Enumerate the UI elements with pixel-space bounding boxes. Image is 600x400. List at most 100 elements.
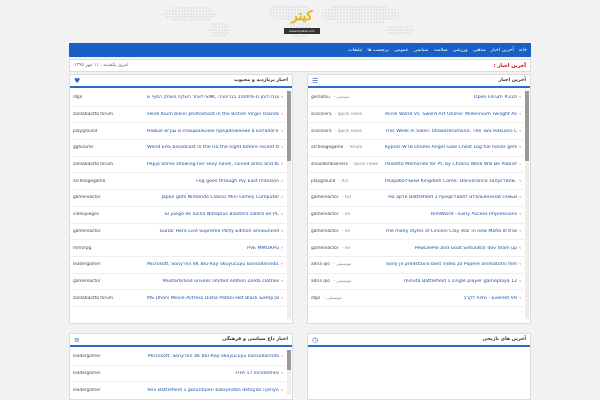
news-title-link[interactable]: El juego de lucha Nitroplus Blasterz sal… [147, 212, 279, 217]
news-row[interactable]: adria ipo - موسیقی minuta Battlefield 1 s… [308, 274, 524, 291]
news-row[interactable]: zantabaotta forum MS Dhoni Movie Actress … [70, 290, 286, 307]
nav-item-tags[interactable]: برچسب ها [367, 48, 388, 53]
latest-news-scrollbar[interactable] [525, 91, 529, 319]
news-title-link[interactable]: Guitar Hero Live Supreme Party Edition a… [147, 229, 280, 234]
news-title-link[interactable]: На арте Battlefield 1 представят итальян… [385, 195, 517, 200]
news-row[interactable]: playground - RU Разработчики Kingdom Come… [308, 173, 524, 191]
news-row[interactable]: shoulderdowners - quick news Palsetto Mem… [308, 157, 524, 174]
news-row[interactable]: dlgnלאחר השקת משחק הסוף ש-SNK, התכוננת ה… [70, 90, 286, 107]
news-title-link[interactable]: Heidi Klum bikini photoshoot in the Brit… [147, 112, 279, 117]
news-source[interactable]: playground - RU [311, 179, 385, 184]
news-source[interactable]: gamereactor [73, 195, 147, 200]
news-title-link[interactable]: Microsoft, Sony'nin 4K Blu-Ray okuyucuyu… [147, 262, 279, 267]
news-source[interactable]: gematsu - سیاسی [311, 95, 385, 100]
news-row[interactable]: archeagegame Fog goes through my East man… [70, 173, 286, 191]
news-title-link[interactable]: Разработчики Kingdom Come: Deliverance з… [385, 179, 517, 184]
news-row[interactable]: gamereactor - en The many styles of Linco… [308, 224, 524, 241]
news-row[interactable]: gamereactor Musterbrand unveils limited e… [70, 274, 286, 291]
news-source[interactable]: shoulderdowners - quick news [311, 162, 385, 167]
news-title-link[interactable]: Kypros WTB Drome Angel Gale Chest Log fu… [385, 145, 517, 150]
news-row[interactable]: playground Новые игры и специальное предл… [70, 123, 286, 141]
nav-item-latest[interactable]: آخرین اخبار [491, 48, 514, 53]
news-row[interactable]: adria ipo - موسیقی Sony je predstavio bes… [308, 257, 524, 274]
site-logo[interactable]: کیتر www.kiyeter.com [282, 6, 322, 36]
nav-item-home[interactable]: خانه [519, 48, 527, 53]
news-title-link[interactable]: Palsetto Memories for PC by Chrono Work … [385, 162, 517, 167]
news-source[interactable]: leadergamer [73, 262, 147, 267]
news-source[interactable]: siliconera - quick news [311, 112, 385, 117]
news-title-link[interactable]: RimWorld - Early Access Impressions [385, 212, 517, 217]
news-row[interactable]: gematsu - سیاسی Open Forum #220 ‹ [308, 90, 524, 107]
news-title-link[interactable]: Accel World Vs. Sword Art Online: Millen… [385, 112, 517, 117]
news-source[interactable]: zantabaotta forum [73, 162, 147, 167]
news-title-link[interactable]: נתיות לקרב - Everest VR [385, 296, 517, 301]
news-source[interactable]: adria ipo - موسیقی [311, 279, 385, 284]
news-row[interactable]: videojuegos El juego de lucha Nitroplus B… [70, 207, 286, 224]
news-row[interactable]: ggforums Weird EAS broadcast in the US th… [70, 140, 286, 157]
news-source[interactable]: adria ipo - موسیقی [311, 262, 385, 267]
nav-item-sport[interactable]: ورزشی [453, 48, 468, 53]
nav-item-religious[interactable]: مذهبی [473, 48, 486, 53]
news-row[interactable]: zantabaotta forum Pepja Shree showing her… [70, 157, 286, 174]
hot-news-scrollbar[interactable] [287, 350, 291, 395]
news-source[interactable]: leadergamer [73, 354, 147, 359]
news-source[interactable]: mmorpg [73, 246, 147, 251]
news-row[interactable]: gamereactor - en PewDiePie and Goat Simul… [308, 240, 524, 257]
news-source[interactable]: playground [73, 129, 147, 134]
news-row[interactable]: leadergamer Microsoft, Sony'nin 4K Blu-Ra… [70, 349, 286, 366]
news-title-link[interactable]: This Week In Sales: Utawarerumono: The T… [385, 129, 517, 134]
news-row[interactable]: siliconera - quick news Accel World Vs. S… [308, 107, 524, 124]
news-row[interactable]: leadergamer Microsoft, Sony'nin 4K Blu-Ra… [70, 257, 286, 274]
news-title-link[interactable]: לאחר השקת משחק הסוף ש-SNK, התכוננת הזמן … [147, 95, 279, 100]
news-title-link[interactable]: The many styles of Lincoln Clay star in … [385, 229, 517, 234]
news-source[interactable]: archeagegame - forum [311, 145, 385, 150]
news-source[interactable]: gamereactor - en [311, 212, 385, 217]
news-title-link[interactable]: MS Dhoni Movie Actress Disha Patani Hot … [147, 296, 279, 301]
news-row[interactable]: archeagegame - forum Kypros WTB Drome Ang… [308, 140, 524, 157]
news-row[interactable]: zantabaotta forum Heidi Klum bikini photo… [70, 107, 286, 124]
news-title-link[interactable]: Japan gets Nintendo Classic Mini Family … [147, 195, 279, 200]
nav-item-politics[interactable]: سیاسی [414, 48, 429, 53]
news-title-link[interactable]: PVE MMORPG [147, 246, 279, 251]
news-source[interactable]: gamereactor - en [311, 246, 385, 251]
nav-item-general[interactable]: عمومی [394, 48, 409, 53]
news-row[interactable]: gamereactor Guitar Hero Live Supreme Part… [70, 224, 286, 241]
news-source[interactable]: zantabaotta forum [73, 296, 147, 301]
news-source[interactable]: dlgn [73, 95, 147, 100]
news-source[interactable]: gamereactor - RU [311, 195, 385, 200]
news-title-link[interactable]: Sony je predstavio best video za Popere … [385, 262, 517, 267]
news-source[interactable]: leadergamer [73, 371, 147, 376]
news-row[interactable]: gamereactor - RU На арте Battlefield 1 пр… [308, 190, 524, 207]
news-source[interactable]: gamereactor [73, 229, 147, 234]
news-source[interactable]: gamereactor [73, 279, 147, 284]
news-title-link[interactable]: Musterbrand unveils limited edition Zeld… [147, 279, 279, 284]
news-source[interactable]: dlgn - موسیقی [311, 296, 385, 301]
news-title-link[interactable]: Yeni Battlefield 1 görüntüleri bakışında… [147, 388, 279, 393]
news-title-link[interactable]: Fog goes through my East mansion [147, 179, 279, 184]
news-title-link[interactable]: minuta Battlefield 1 single player gamep… [385, 279, 517, 284]
nav-item-ads[interactable]: تبلیغات [348, 48, 362, 53]
news-source[interactable]: leadergamer [73, 388, 147, 393]
news-source[interactable]: videojuegos [73, 212, 147, 217]
news-title-link[interactable]: PewDiePie and Goat Simulator dev team up [385, 246, 517, 251]
news-title-link[interactable]: Pepja Shree showing her sexy navel, ruin… [147, 162, 279, 167]
news-row[interactable]: mmorpg PVE MMORPG ‹ [70, 240, 286, 257]
news-title-link[interactable]: Новые игры и специальное предложение в к… [147, 129, 279, 134]
news-row[interactable]: leadergamer Yeni Battlefield 1 görüntüler… [70, 382, 286, 395]
news-row[interactable]: siliconera - quick news This Week In Sale… [308, 123, 524, 141]
news-source[interactable]: zantabaotta forum [73, 112, 147, 117]
news-row[interactable]: gamereactor Japan gets Nintendo Classic M… [70, 190, 286, 207]
news-source[interactable]: archeagegame [73, 179, 147, 184]
nav-item-health[interactable]: سلامت [433, 48, 447, 53]
news-title-link[interactable]: Microsoft, Sony'nin 4K Blu-Ray okuyucuyu… [147, 354, 279, 359]
news-row[interactable]: dlgn - موسیقی נתיות לקרב - Everest VR ‹ [308, 290, 524, 307]
news-title-link[interactable]: Weird EAS broadcast in the US the night … [147, 145, 279, 150]
popular-news-scrollbar[interactable] [287, 91, 291, 319]
news-title-link[interactable]: FIFA 17 İncelemesi [147, 371, 279, 376]
news-row[interactable]: leadergamer FIFA 17 İncelemesi ‹ [70, 366, 286, 383]
news-source[interactable]: ggforums [73, 145, 147, 150]
news-source[interactable]: siliconera - quick news [311, 129, 385, 134]
news-title-link[interactable]: Open Forum #220 [385, 95, 517, 100]
news-source[interactable]: gamereactor - en [311, 229, 385, 234]
news-row[interactable]: gamereactor - en RimWorld - Early Access … [308, 207, 524, 224]
